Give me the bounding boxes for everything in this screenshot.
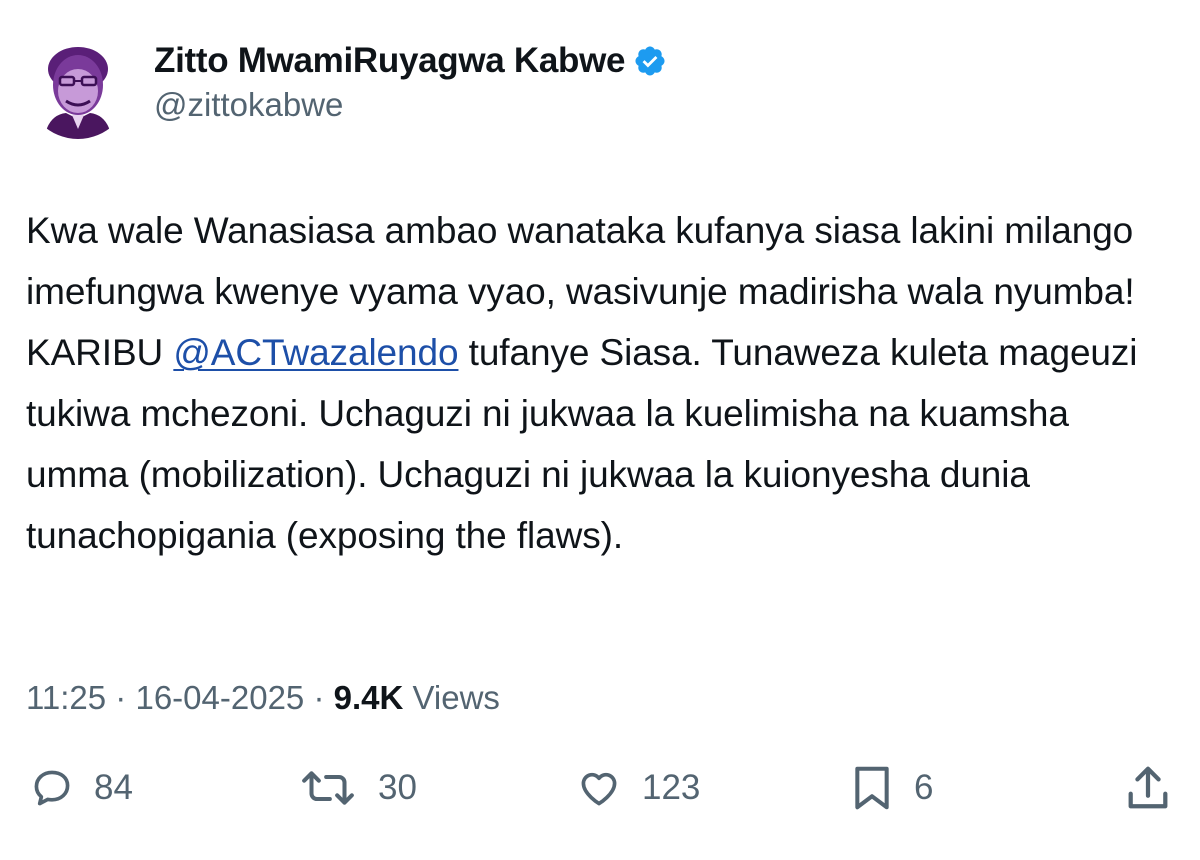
share-icon (1128, 766, 1168, 809)
views-label: Views (403, 679, 500, 716)
tweet-card: Zitto MwamiRuyagwa Kabwe @zittokabwe Kwa… (0, 0, 1200, 860)
mention-link[interactable]: @ACTwazalendo (173, 332, 458, 373)
bookmark-count: 6 (914, 768, 934, 807)
reply-button[interactable]: 84 (30, 758, 133, 818)
tweet-date[interactable]: 16-04-2025 (135, 679, 304, 716)
verified-badge-icon[interactable] (633, 44, 667, 78)
bookmark-icon (855, 766, 889, 810)
action-bar: 84 30 123 6 (0, 758, 1200, 818)
reply-count: 84 (94, 768, 133, 807)
repost-button[interactable]: 30 (298, 758, 417, 818)
avatar-portrait (26, 35, 130, 139)
repost-count: 30 (378, 768, 417, 807)
share-button[interactable] (1124, 758, 1172, 818)
tweet-header: Zitto MwamiRuyagwa Kabwe @zittokabwe (26, 34, 667, 140)
heart-icon (581, 772, 617, 806)
like-count: 123 (642, 768, 701, 807)
repost-icon (302, 771, 354, 805)
author-display-name[interactable]: Zitto MwamiRuyagwa Kabwe (154, 39, 626, 83)
like-button[interactable]: 123 (576, 758, 700, 818)
author-names: Zitto MwamiRuyagwa Kabwe @zittokabwe (154, 39, 667, 127)
meta-separator: · (304, 679, 334, 716)
display-name-row: Zitto MwamiRuyagwa Kabwe (154, 39, 667, 83)
author-handle[interactable]: @zittokabwe (154, 83, 667, 127)
tweet-time[interactable]: 11:25 (26, 679, 106, 716)
tweet-text: Kwa wale Wanasiasa ambao wanataka kufany… (26, 200, 1176, 566)
tweet-meta: 11:25 · 16-04-2025 · 9.4K Views (26, 676, 500, 720)
avatar[interactable] (26, 35, 130, 139)
meta-separator: · (106, 679, 136, 716)
views-count[interactable]: 9.4K (334, 679, 404, 716)
bookmark-button[interactable]: 6 (850, 758, 933, 818)
reply-icon (34, 770, 70, 806)
